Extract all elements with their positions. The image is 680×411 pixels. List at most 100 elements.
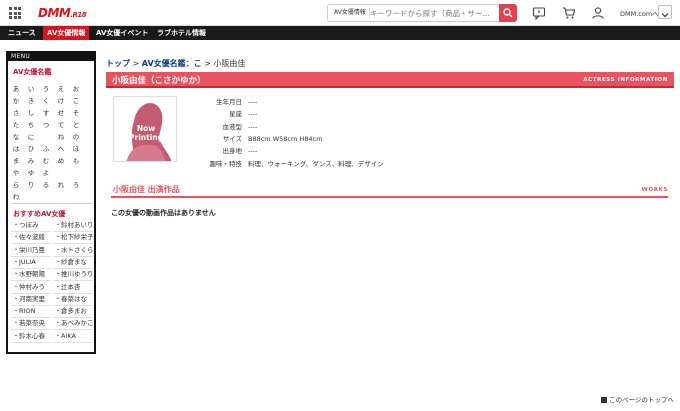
- recommend-actress-link[interactable]: RION: [11, 306, 51, 319]
- breadcrumb-top[interactable]: トップ: [106, 59, 130, 68]
- kana-link[interactable]: ひ: [26, 143, 36, 153]
- breadcrumb-index[interactable]: AV女優名鑑：こ: [142, 59, 202, 68]
- kana-link[interactable]: う: [41, 83, 51, 93]
- recommend-actress-link[interactable]: 春菜はな: [53, 294, 93, 306]
- account-menu-button[interactable]: [658, 5, 672, 19]
- kana-link[interactable]: い: [26, 83, 36, 93]
- kana-link[interactable]: る: [41, 179, 51, 189]
- search-icon: [503, 8, 513, 18]
- kana-link[interactable]: ね: [56, 131, 66, 141]
- kana-link[interactable]: つ: [41, 119, 51, 129]
- kana-link[interactable]: ち: [26, 119, 36, 129]
- kana-link[interactable]: も: [71, 155, 81, 165]
- kana-link[interactable]: ふ: [41, 143, 51, 153]
- kana-link[interactable]: と: [71, 119, 81, 129]
- search-button[interactable]: [499, 4, 517, 22]
- kana-link[interactable]: し: [26, 107, 36, 117]
- breadcrumb-current: 小阪由佳: [213, 59, 246, 68]
- nav-news[interactable]: ニュース: [4, 26, 40, 40]
- kana-link[interactable]: へ: [56, 143, 66, 153]
- cart-icon[interactable]: [562, 6, 576, 20]
- kana-link[interactable]: ろ: [71, 179, 81, 189]
- kana-link[interactable]: け: [56, 95, 66, 105]
- kana-link[interactable]: に: [26, 131, 36, 141]
- kana-link[interactable]: く: [41, 95, 51, 105]
- kana-link[interactable]: り: [26, 179, 36, 189]
- profile-value: 料理、ウォーキング、ダンス、料理、デザイン: [248, 159, 384, 168]
- profile-label: 血液型: [222, 122, 243, 131]
- kana-link[interactable]: え: [56, 83, 66, 93]
- account-link[interactable]: DMM.comへ: [620, 8, 659, 18]
- kana-link[interactable]: き: [26, 95, 36, 105]
- kana-link[interactable]: れ: [56, 179, 66, 189]
- profile-label: 趣味・特技: [209, 159, 243, 168]
- kana-link[interactable]: ま: [11, 155, 21, 165]
- recommend-actress-link[interactable]: JULIA: [11, 257, 51, 269]
- profile-value: ----: [248, 122, 258, 131]
- kana-link[interactable]: そ: [71, 107, 81, 117]
- kana-link[interactable]: こ: [71, 95, 81, 105]
- recommend-actress-link[interactable]: 水野朝陽: [11, 269, 51, 282]
- kana-link[interactable]: よ: [41, 167, 51, 177]
- nav-av-actress-event[interactable]: AV女優イベント: [92, 26, 152, 40]
- recommend-actress-link[interactable]: 佐々波綾: [11, 232, 51, 245]
- recommend-actress-link[interactable]: 推川ゆうり: [53, 269, 94, 282]
- sidebar-menu-heading: MENU: [8, 53, 94, 61]
- main-nav: ニュース AV女優情報 AV女優イベント ラブホテル情報: [0, 26, 680, 40]
- user-icon[interactable]: [591, 6, 605, 20]
- kana-link[interactable]: さ: [11, 107, 21, 117]
- actress-index-title[interactable]: AV女優名鑑: [8, 61, 94, 77]
- recommend-actress-link[interactable]: 鈴村あいり: [53, 220, 94, 232]
- kana-link[interactable]: め: [56, 155, 66, 165]
- dmm-logo[interactable]: DMM.R18: [38, 6, 87, 20]
- kana-link[interactable]: す: [41, 107, 51, 117]
- recommend-actress-link[interactable]: 若菜奈央: [11, 318, 51, 331]
- kana-link[interactable]: な: [11, 131, 21, 141]
- recommend-actress-link[interactable]: AIKA: [53, 331, 93, 343]
- recommend-actress-link[interactable]: 紗倉まな: [53, 257, 93, 269]
- profile-label: 生年月日: [216, 98, 242, 106]
- breadcrumb-sep: >: [204, 59, 211, 68]
- recommend-actress-link[interactable]: 仲村みう: [11, 282, 51, 294]
- kana-link[interactable]: の: [71, 131, 81, 141]
- recommend-actress-link[interactable]: 河南実里: [11, 294, 51, 306]
- recommend-actress-link[interactable]: つぼみ: [11, 220, 51, 232]
- profile-label: サイズ: [222, 134, 242, 143]
- back-to-top-link[interactable]: このページのトップへ: [601, 394, 674, 404]
- recommend-actress-link[interactable]: あべみかこ: [53, 318, 94, 331]
- nav-av-actress-info[interactable]: AV女優情報: [43, 26, 90, 40]
- chevron-down-icon: [661, 13, 669, 18]
- kana-link[interactable]: せ: [56, 107, 66, 117]
- kana-link[interactable]: ら: [11, 179, 21, 189]
- nav-lovehotel-info[interactable]: ラブホテル情報: [153, 26, 210, 40]
- search-category-select[interactable]: AV女優情報: [331, 7, 370, 19]
- kana-link[interactable]: て: [56, 119, 66, 129]
- kana-link[interactable]: ほ: [71, 143, 81, 153]
- recommend-actress-link[interactable]: 鈴木心春: [11, 331, 51, 343]
- kana-link[interactable]: み: [26, 155, 36, 165]
- kana-link[interactable]: た: [11, 119, 21, 129]
- kana-link[interactable]: お: [71, 83, 81, 93]
- actress-name-bar: 小阪由佳（こさかゆか） ACTRESS INFORMATION: [106, 72, 674, 88]
- kana-link[interactable]: か: [11, 95, 21, 105]
- works-title: 小阪由佳 出演作品: [113, 185, 180, 194]
- works-header: 小阪由佳 出演作品 WORKS: [111, 184, 668, 198]
- profile-value: ----: [248, 110, 258, 119]
- recommend-actress-link[interactable]: 水トさくら: [53, 245, 94, 257]
- kana-link[interactable]: わ: [11, 191, 21, 201]
- profile-value: ----: [248, 98, 258, 106]
- kana-link[interactable]: は: [11, 143, 21, 153]
- chat-icon[interactable]: [532, 6, 546, 20]
- kana-link[interactable]: や: [11, 167, 21, 177]
- kana-link[interactable]: あ: [11, 83, 21, 93]
- app-grid-icon[interactable]: [9, 7, 21, 19]
- kana-link[interactable]: ゆ: [26, 167, 36, 177]
- kana-link[interactable]: む: [41, 155, 51, 165]
- recommend-actress-link[interactable]: 栄川乃亜: [11, 245, 51, 257]
- no-works-message: この女優の動画作品はありません: [111, 209, 216, 217]
- works-tag: WORKS: [641, 187, 668, 193]
- search-input[interactable]: [370, 6, 498, 20]
- recommend-actress-link[interactable]: 倉多まお: [53, 306, 93, 319]
- recommend-actress-link[interactable]: 辻本杏: [53, 282, 93, 294]
- recommend-actress-link[interactable]: 松下紗栄子: [53, 232, 94, 245]
